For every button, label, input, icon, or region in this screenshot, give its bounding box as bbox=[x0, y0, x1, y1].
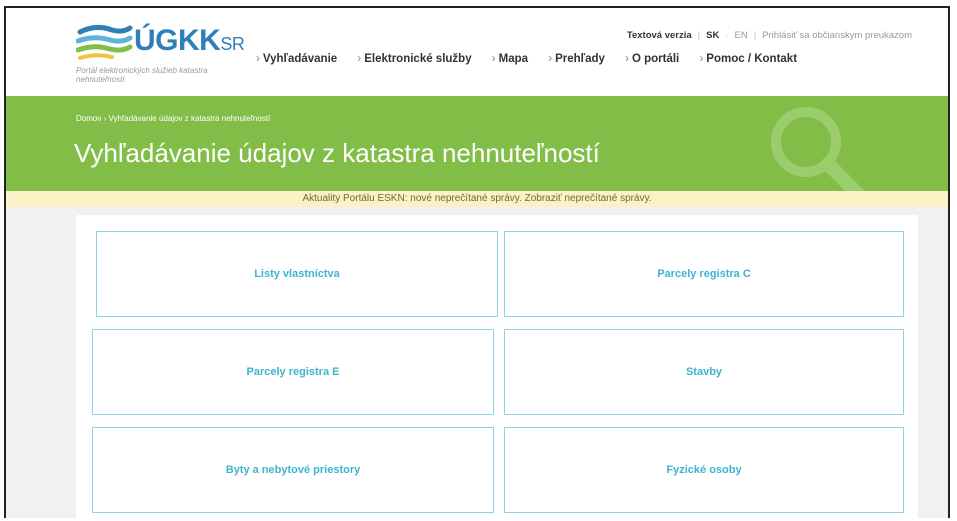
tile-natural-persons[interactable]: Fyzické osoby bbox=[504, 427, 904, 513]
nav-item-help[interactable]: › Pomoc / Kontakt bbox=[699, 53, 797, 65]
tile-label: Fyzické osoby bbox=[666, 464, 742, 476]
chevron-right-icon: › bbox=[625, 53, 629, 65]
text-version-link[interactable]: Textová verzia bbox=[627, 30, 692, 41]
chevron-right-icon: › bbox=[699, 53, 704, 65]
site-header: ÚGKKSR Portál elektronických služieb kat… bbox=[6, 8, 948, 96]
tile-ownership-sheets[interactable]: Listy vlastníctva bbox=[96, 231, 498, 317]
breadcrumb[interactable]: Domov › Vyhľadávanie údajov z katastra n… bbox=[76, 114, 270, 123]
main-nav: › Vyhľadávanie › Elektronické služby › Mapa… bbox=[256, 53, 814, 65]
page-title: Vyhľadávanie údajov z katastra nehnuteľn… bbox=[74, 138, 600, 168]
divider: | bbox=[697, 30, 701, 41]
nav-item-search[interactable]: › Vyhľadávanie bbox=[256, 53, 337, 65]
browser-frame: ÚGKKSR Portál elektronických služieb kat… bbox=[4, 6, 950, 518]
news-unread-link[interactable]: Zobraziť neprečítané správy. bbox=[525, 193, 652, 204]
logo-subtitle: Portál elektronických služieb katastra n… bbox=[76, 66, 208, 84]
logo-wordmark: ÚGKKSR bbox=[134, 24, 245, 57]
nav-item-overviews[interactable]: › Prehľady bbox=[548, 53, 605, 65]
chevron-right-icon: › bbox=[357, 53, 362, 65]
nav-item-eservices[interactable]: › Elektronické služby bbox=[357, 53, 471, 65]
nav-item-label: Pomoc / Kontakt bbox=[706, 53, 798, 65]
tile-label: Byty a nebytové priestory bbox=[225, 464, 361, 476]
tile-buildings[interactable]: Stavby bbox=[504, 329, 904, 415]
tile-flats[interactable]: Byty a nebytové priestory bbox=[92, 427, 494, 513]
chevron-right-icon: › bbox=[548, 53, 553, 65]
chevron-right-icon: › bbox=[491, 53, 496, 65]
nav-item-label: Elektronické služby bbox=[364, 53, 472, 65]
magnifier-icon bbox=[771, 107, 865, 191]
tile-label: Parcely registra C bbox=[657, 268, 751, 280]
logo-stripes-icon bbox=[76, 24, 133, 60]
tile-label: Listy vlastníctva bbox=[254, 268, 340, 280]
divider: · bbox=[725, 30, 729, 41]
site-logo[interactable]: ÚGKKSR Portál elektronických služieb kat… bbox=[76, 22, 246, 88]
chevron-right-icon: › bbox=[256, 53, 260, 65]
nav-item-label: Prehľady bbox=[555, 53, 605, 65]
nav-item-label: Mapa bbox=[498, 53, 529, 65]
top-links: Textová verzia | SK · EN | Prihlásiť sa občian… bbox=[627, 30, 912, 41]
news-bar: Aktuality Portálu ESKN: nové neprečítané… bbox=[6, 191, 948, 207]
tile-parcels-e[interactable]: Parcely registra E bbox=[92, 329, 494, 415]
divider: | bbox=[753, 30, 757, 41]
tile-label: Stavby bbox=[685, 366, 723, 378]
page-banner: Domov › Vyhľadávanie údajov z katastra n… bbox=[6, 96, 948, 191]
nav-item-label: O portáli bbox=[631, 53, 680, 65]
logo-suffix: SR bbox=[220, 34, 245, 54]
news-text: Aktuality Portálu ESKN: nové neprečítané… bbox=[302, 193, 522, 204]
nav-item-about[interactable]: › O portáli bbox=[625, 53, 679, 65]
lang-en-link[interactable]: EN bbox=[735, 30, 748, 41]
nav-item-label: Vyhľadávanie bbox=[262, 53, 338, 65]
lang-sk-link[interactable]: SK bbox=[706, 30, 719, 41]
search-category-card: Listy vlastníctva Parcely registra C Par… bbox=[76, 215, 918, 518]
nav-item-map[interactable]: › Mapa bbox=[492, 53, 528, 65]
login-link[interactable]: Prihlásiť sa občianskym preukazom bbox=[762, 30, 912, 41]
tile-parcels-c[interactable]: Parcely registra C bbox=[504, 231, 904, 317]
tile-label: Parcely registra E bbox=[246, 366, 340, 378]
